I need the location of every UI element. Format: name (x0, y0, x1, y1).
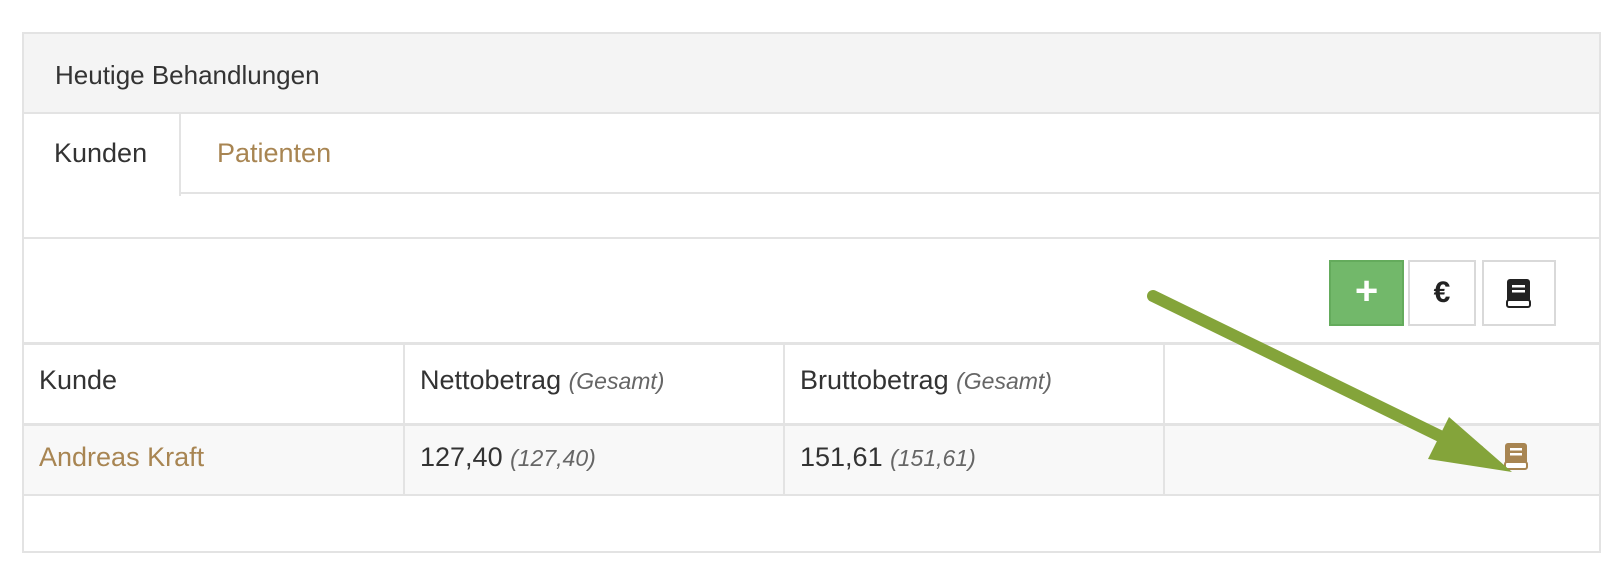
tab-patienten[interactable]: Patienten (217, 138, 331, 169)
euro-icon: € (1433, 276, 1451, 309)
net-value: 127,40 (420, 442, 503, 472)
gross-total: (151,61) (890, 445, 976, 471)
net-amount: 127,40 (127,40) (420, 442, 596, 473)
net-total: (127,40) (510, 445, 596, 471)
row-book-icon[interactable] (1504, 442, 1528, 470)
header-net-note: (Gesamt) (568, 368, 665, 394)
tab-kunden[interactable]: Kunden (24, 114, 181, 196)
add-button[interactable]: + (1329, 260, 1404, 326)
book-button[interactable] (1482, 260, 1556, 326)
panel-heading: Heutige Behandlungen (24, 34, 1599, 114)
tab-underline (181, 192, 1601, 194)
header-net: Nettobetrag (Gesamt) (420, 365, 664, 396)
customer-link[interactable]: Andreas Kraft (39, 442, 204, 473)
row-separator (24, 494, 1599, 496)
section-divider (24, 237, 1599, 239)
book-icon (1506, 279, 1531, 308)
tab-bar: Kunden Patienten (24, 114, 1601, 196)
invoice-button[interactable]: € (1408, 260, 1476, 326)
header-customer: Kunde (39, 365, 118, 395)
gross-value: 151,61 (800, 442, 883, 472)
column-divider (1163, 345, 1165, 496)
treatments-panel: Heutige Behandlungen Kunden Patienten + … (22, 32, 1601, 553)
header-net-label: Nettobetrag (420, 365, 562, 395)
header-gross-label: Bruttobetrag (800, 365, 949, 395)
column-divider (783, 345, 785, 496)
header-gross-note: (Gesamt) (956, 368, 1052, 394)
header-gross: Bruttobetrag (Gesamt) (800, 365, 1052, 396)
plus-icon: + (1354, 269, 1379, 313)
gross-amount: 151,61 (151,61) (800, 442, 976, 473)
column-divider (403, 345, 405, 496)
tab-kunden-label: Kunden (54, 138, 148, 168)
panel-title: Heutige Behandlungen (55, 60, 320, 90)
row-invoice-euro-icon[interactable]: € (1469, 440, 1485, 473)
